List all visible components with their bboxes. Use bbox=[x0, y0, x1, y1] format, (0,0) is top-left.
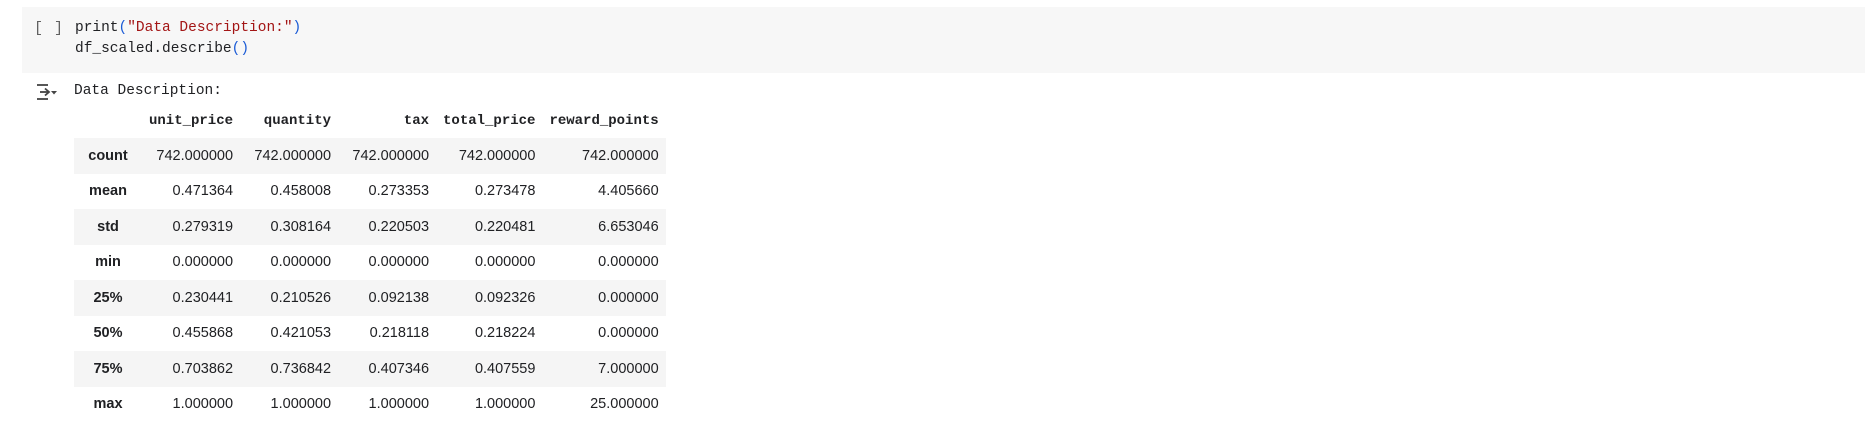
row-header: 25% bbox=[93, 289, 123, 306]
table-cell: 0.000000 bbox=[598, 325, 659, 342]
table-cell: 6.653046 bbox=[598, 218, 659, 235]
table-cell: 0.000000 bbox=[270, 254, 332, 271]
table-row: max 1.000000 1.000000 1.000000 1.000000 … bbox=[74, 387, 666, 423]
table-corner bbox=[74, 104, 142, 138]
table-cell: 7.000000 bbox=[598, 360, 659, 377]
execution-count[interactable]: [ ] bbox=[34, 20, 64, 37]
table-cell: 0.000000 bbox=[172, 254, 234, 271]
code-token-parens: () bbox=[231, 41, 250, 57]
table-cell: 0.458008 bbox=[270, 183, 332, 200]
table-cell: 0.407559 bbox=[474, 360, 536, 377]
table-cell: 0.736842 bbox=[270, 360, 332, 377]
table-cell: 1.000000 bbox=[172, 396, 234, 413]
table-cell: 0.703862 bbox=[172, 360, 234, 377]
row-header: mean bbox=[89, 183, 127, 200]
row-header: count bbox=[88, 147, 128, 164]
table-row: 75% 0.703862 0.736842 0.407346 0.407559 … bbox=[74, 351, 666, 387]
table-cell: 742.000000 bbox=[458, 147, 536, 164]
table-cell: 4.405660 bbox=[598, 183, 659, 200]
row-header: std bbox=[97, 218, 119, 235]
code-token-string: "Data Description:" bbox=[127, 20, 293, 36]
output-toggle-icon[interactable] bbox=[35, 82, 59, 102]
table-row: mean 0.471364 0.458008 0.273353 0.273478… bbox=[74, 174, 666, 210]
table-cell: 0.421053 bbox=[270, 325, 332, 342]
table-row: 50% 0.455868 0.421053 0.218118 0.218224 … bbox=[74, 316, 666, 352]
table-cell: 1.000000 bbox=[270, 396, 332, 413]
table-cell: 742.000000 bbox=[352, 147, 430, 164]
column-header: unit_price bbox=[149, 113, 234, 129]
table-cell: 0.218118 bbox=[369, 325, 430, 342]
table-row: std 0.279319 0.308164 0.220503 0.220481 … bbox=[74, 209, 666, 245]
table-header-row: unit_price quantity tax total_price rewa… bbox=[74, 104, 666, 138]
code-token-open-paren: ( bbox=[118, 20, 128, 36]
table-row: 25% 0.230441 0.210526 0.092138 0.092326 … bbox=[74, 280, 666, 316]
table-row: min 0.000000 0.000000 0.000000 0.000000 … bbox=[74, 245, 666, 281]
table-cell: 0.220503 bbox=[368, 218, 430, 235]
table-cell: 1.000000 bbox=[474, 396, 536, 413]
table-cell: 742.000000 bbox=[156, 147, 234, 164]
table-cell: 0.092138 bbox=[368, 289, 430, 306]
table-cell: 0.273478 bbox=[474, 183, 536, 200]
column-header: total_price bbox=[443, 113, 536, 129]
code-editor[interactable]: print("Data Description:") df_scaled.des… bbox=[75, 18, 301, 60]
code-token-function: print bbox=[75, 20, 119, 36]
table-cell: 0.000000 bbox=[598, 254, 659, 271]
table-row: count 742.000000 742.000000 742.000000 7… bbox=[74, 138, 666, 174]
column-header: quantity bbox=[263, 113, 332, 129]
table-cell: 0.230441 bbox=[172, 289, 234, 306]
table-cell: 0.471364 bbox=[172, 183, 234, 200]
table-cell: 0.000000 bbox=[598, 289, 659, 306]
code-token-method-call: df_scaled.describe bbox=[75, 41, 232, 57]
column-header: tax bbox=[403, 113, 430, 129]
table-cell: 1.000000 bbox=[368, 396, 430, 413]
output-text: Data Description: bbox=[74, 83, 222, 99]
code-line-2: df_scaled.describe() bbox=[75, 41, 249, 57]
dataframe-table: unit_price quantity tax total_price rewa… bbox=[74, 104, 666, 422]
table-cell: 0.000000 bbox=[368, 254, 430, 271]
table-cell: 0.000000 bbox=[474, 254, 536, 271]
table-cell: 0.092326 bbox=[474, 289, 536, 306]
row-header: 75% bbox=[93, 360, 123, 377]
table-cell: 0.218224 bbox=[474, 325, 536, 342]
table-cell: 0.407346 bbox=[368, 360, 430, 377]
row-header: min bbox=[95, 254, 121, 271]
column-header: reward_points bbox=[549, 113, 659, 129]
table-cell: 742.000000 bbox=[254, 147, 332, 164]
table-cell: 0.220481 bbox=[474, 218, 536, 235]
row-header: max bbox=[93, 396, 123, 413]
table-cell: 742.000000 bbox=[582, 147, 659, 164]
table-cell: 0.455868 bbox=[172, 325, 234, 342]
table-cell: 0.308164 bbox=[270, 218, 332, 235]
row-header: 50% bbox=[93, 325, 123, 342]
table-cell: 0.279319 bbox=[172, 218, 234, 235]
code-token-close-paren: ) bbox=[292, 20, 302, 36]
table-cell: 0.210526 bbox=[270, 289, 332, 306]
table-cell: 0.273353 bbox=[368, 183, 430, 200]
code-line-1: print("Data Description:") bbox=[75, 20, 301, 36]
table-cell: 25.000000 bbox=[590, 396, 659, 413]
